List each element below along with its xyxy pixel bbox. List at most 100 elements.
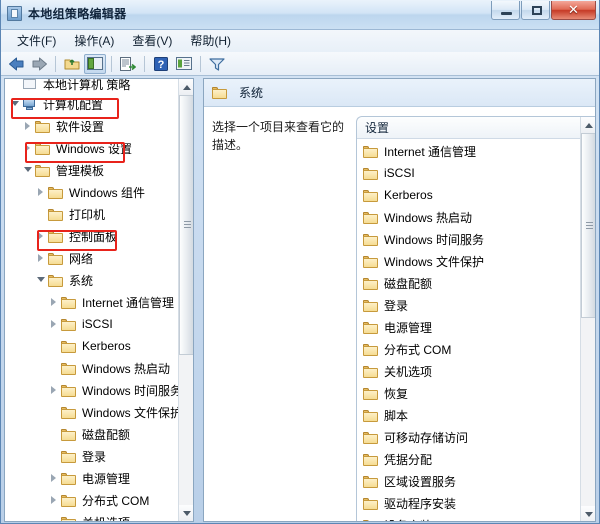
settings-list-item[interactable]: 关机选项 (357, 360, 579, 382)
console-tree[interactable]: 本地计算机 策略 计算机配置 软件设置 Windows 设置 管理模板 Windows 组… (5, 79, 179, 521)
settings-list-item[interactable]: Windows 文件保护 (357, 250, 579, 272)
tree-node[interactable]: Windows 热启动 (5, 357, 179, 379)
tree-node[interactable]: Windows 文件保护 (5, 401, 179, 423)
settings-list-item[interactable]: 可移动存储访问 (357, 426, 579, 448)
settings-list-item[interactable]: Windows 热启动 (357, 206, 579, 228)
tree-collapse-toggle-icon[interactable] (22, 159, 35, 181)
show-hide-console-tree-icon[interactable] (84, 53, 106, 74)
tree-node[interactable]: 关机选项 (5, 511, 179, 521)
tree-node[interactable]: 计算机配置 (5, 93, 179, 115)
tree-scroll-up-button[interactable] (179, 79, 193, 95)
tree-node[interactable]: Internet 通信管理 (5, 291, 179, 313)
settings-list-item[interactable]: 区域设置服务 (357, 470, 579, 492)
export-list-icon[interactable] (117, 54, 139, 74)
tree-node[interactable]: 网络 (5, 247, 179, 269)
tree-node[interactable]: 系统 (5, 269, 179, 291)
tree-scroll-thumb[interactable] (179, 95, 193, 355)
settings-list-item-label: Internet 通信管理 (384, 144, 477, 159)
menu-bar: 文件(F) 操作(A) 查看(V) 帮助(H) (0, 30, 600, 52)
tree-node-label: 本地计算机 策略 (43, 79, 131, 92)
settings-scroll-thumb[interactable] (581, 133, 595, 318)
main-pane: 系统 选择一个项目来查看它的描述。 设置 Internet 通信管理 iSCSI K… (203, 78, 596, 522)
tree-expand-toggle-icon[interactable] (35, 225, 48, 247)
toolbar: ? (0, 52, 600, 76)
folder-icon (48, 186, 64, 199)
tree-node[interactable]: 管理模板 (5, 159, 179, 181)
tree-node[interactable]: Windows 时间服务 (5, 379, 179, 401)
folder-icon (363, 233, 379, 246)
tree-expand-toggle-icon[interactable] (22, 115, 35, 137)
settings-list-item[interactable]: 登录 (357, 294, 579, 316)
back-icon[interactable] (5, 54, 27, 74)
pane-splitter[interactable] (195, 78, 203, 522)
minimize-button[interactable] (491, 1, 520, 20)
menu-help[interactable]: 帮助(H) (181, 30, 240, 52)
tree-node-label: Windows 组件 (69, 185, 146, 200)
settings-column-header[interactable]: 设置 (357, 117, 595, 139)
settings-list-item[interactable]: Windows 时间服务 (357, 228, 579, 250)
settings-vertical-scrollbar[interactable] (580, 117, 595, 521)
settings-list-item[interactable]: iSCSI (357, 162, 579, 184)
up-one-level-icon[interactable] (61, 54, 83, 74)
tree-expand-toggle-icon[interactable] (22, 137, 35, 159)
maximize-button[interactable] (521, 1, 550, 20)
tree-node[interactable]: 软件设置 (5, 115, 179, 137)
tree-node[interactable]: Kerberos (5, 335, 179, 357)
settings-list-item-label: Kerberos (384, 188, 433, 202)
settings-list-item-label: 电源管理 (384, 320, 433, 335)
page-title: 系统 (239, 86, 264, 100)
tree-node-label: 登录 (82, 449, 107, 464)
tree-vertical-scrollbar[interactable] (178, 79, 193, 521)
tree-node[interactable]: 磁盘配额 (5, 423, 179, 445)
settings-list-item[interactable]: Internet 通信管理 (357, 140, 579, 162)
tree-expand-toggle-icon[interactable] (48, 313, 61, 335)
tree-node[interactable]: 控制面板 (5, 225, 179, 247)
folder-icon (363, 167, 379, 180)
menu-action[interactable]: 操作(A) (65, 30, 123, 52)
filter-icon[interactable] (206, 54, 228, 74)
tree-node[interactable]: 打印机 (5, 203, 179, 225)
tree-node[interactable]: 登录 (5, 445, 179, 467)
settings-scroll-down-button[interactable] (581, 506, 595, 521)
settings-list-item[interactable]: 设备安装 (357, 514, 579, 521)
tree-node-label: Windows 文件保护 (82, 405, 179, 420)
help-icon[interactable]: ? (150, 54, 172, 74)
tree-collapse-toggle-icon[interactable] (35, 269, 48, 291)
tree-scroll-down-button[interactable] (179, 505, 193, 521)
tree-collapse-toggle-icon[interactable] (9, 93, 22, 115)
settings-scroll-up-button[interactable] (581, 117, 595, 133)
settings-list-item[interactable]: 恢复 (357, 382, 579, 404)
settings-list-item[interactable]: Kerberos (357, 184, 579, 206)
tree-expand-toggle-icon[interactable] (35, 247, 48, 269)
toolbar-separator-1 (55, 55, 56, 72)
close-button[interactable]: ✕ (551, 1, 596, 20)
tree-node[interactable]: 分布式 COM (5, 489, 179, 511)
tree-node[interactable]: Windows 组件 (5, 181, 179, 203)
view-options-icon[interactable] (173, 54, 195, 74)
tree-expand-toggle-icon[interactable] (35, 181, 48, 203)
menu-file[interactable]: 文件(F) (8, 30, 65, 52)
settings-list[interactable]: Internet 通信管理 iSCSI Kerberos Windows 热启动 Win… (357, 140, 579, 521)
settings-list-item[interactable]: 凭据分配 (357, 448, 579, 470)
gpedit-window: 本地组策略编辑器 ✕ 文件(F) 操作(A) 查看(V) 帮助(H) ? 本地计… (0, 0, 600, 524)
settings-list-item-label: 脚本 (384, 408, 409, 423)
tree-expand-toggle-icon[interactable] (48, 489, 61, 511)
settings-list-item[interactable]: 驱动程序安装 (357, 492, 579, 514)
settings-list-item[interactable]: 脚本 (357, 404, 579, 426)
forward-icon[interactable] (28, 54, 50, 74)
tree-node[interactable]: Windows 设置 (5, 137, 179, 159)
tree-expand-toggle-icon[interactable] (48, 291, 61, 313)
tree-node[interactable]: 电源管理 (5, 467, 179, 489)
menu-view[interactable]: 查看(V) (123, 30, 181, 52)
tree-expand-toggle-icon[interactable] (48, 379, 61, 401)
folder-icon (363, 497, 379, 510)
settings-list-item[interactable]: 电源管理 (357, 316, 579, 338)
tree-expand-toggle-icon[interactable] (48, 467, 61, 489)
tree-node[interactable]: 本地计算机 策略 (5, 79, 179, 93)
console-root-icon (22, 79, 38, 91)
folder-icon (35, 120, 51, 133)
tree-node[interactable]: iSCSI (5, 313, 179, 335)
folder-icon (48, 252, 64, 265)
settings-list-item[interactable]: 分布式 COM (357, 338, 579, 360)
settings-list-item[interactable]: 磁盘配额 (357, 272, 579, 294)
